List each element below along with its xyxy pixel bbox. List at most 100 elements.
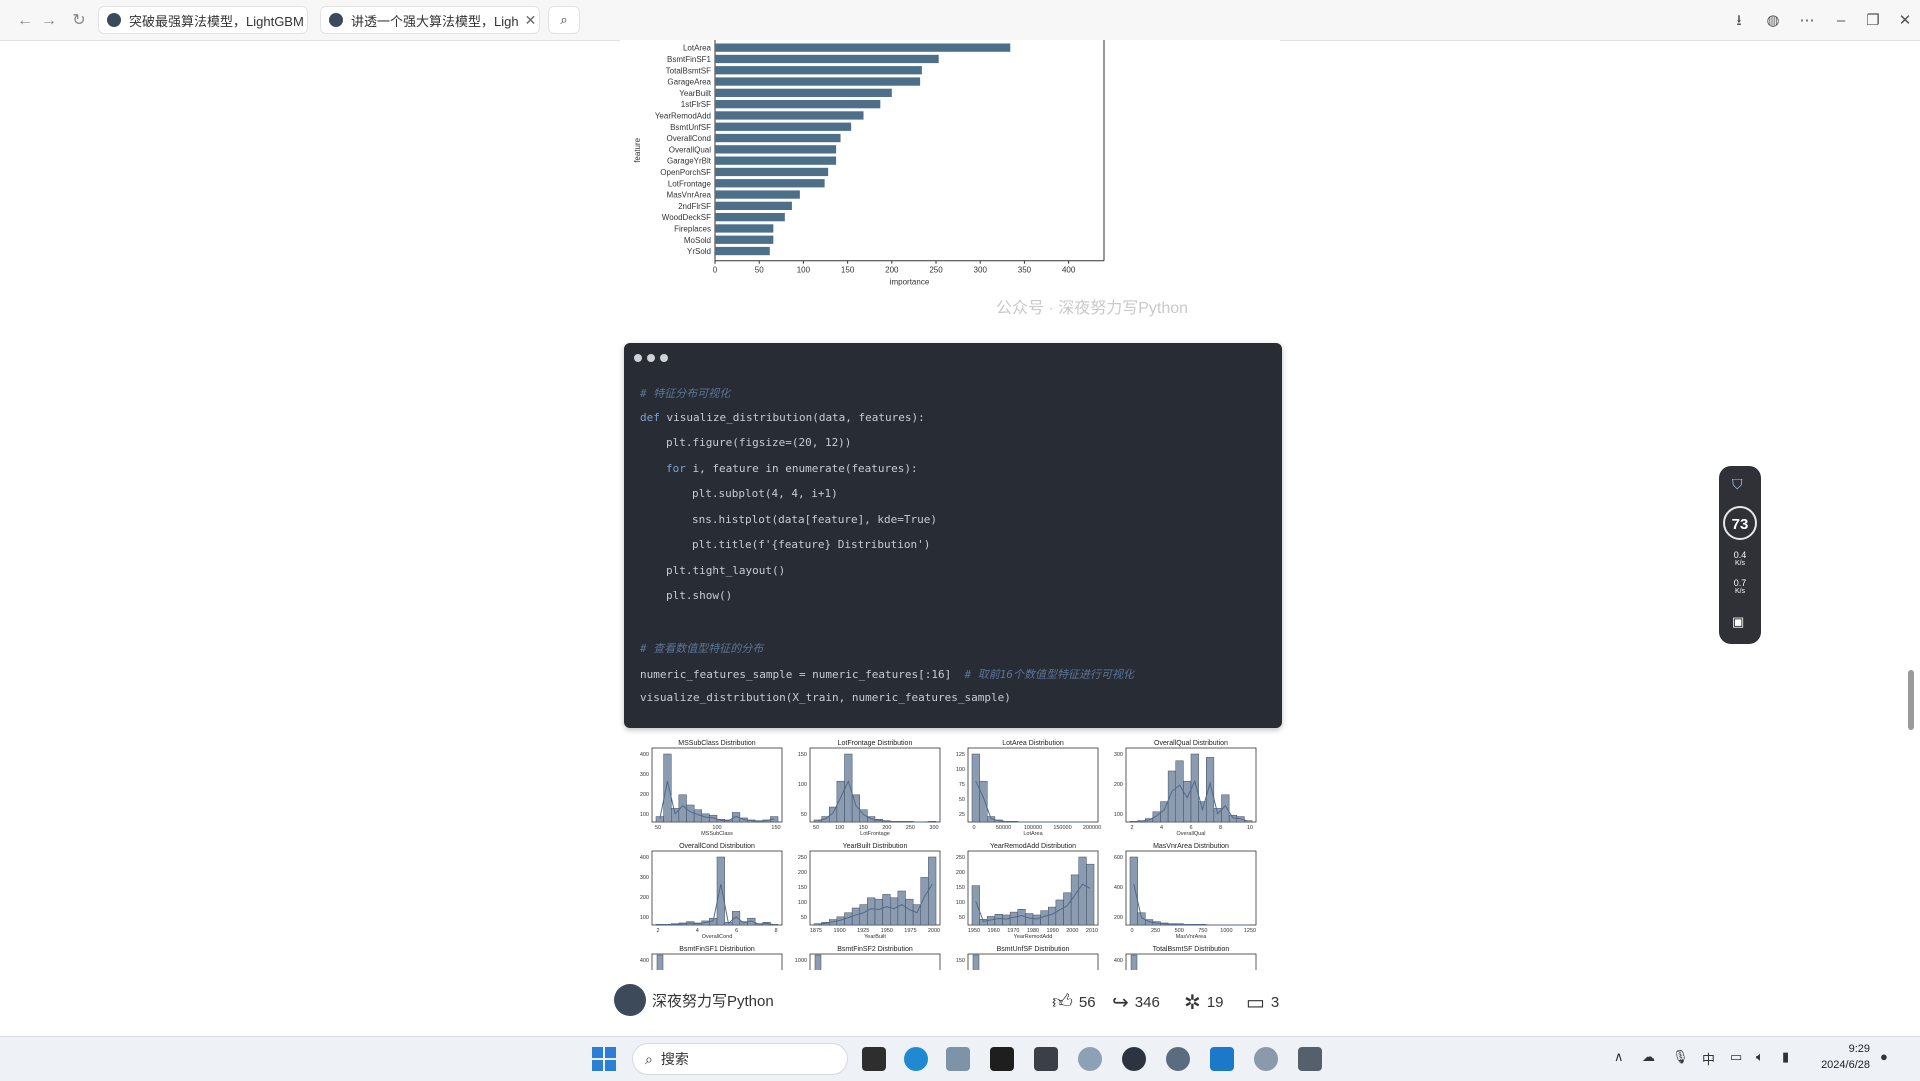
tab-favicon-icon — [329, 13, 343, 27]
y-tick-label: 100 — [1114, 812, 1123, 818]
search-placeholder: 搜索 — [660, 1051, 689, 1067]
panel-title: MSSubClass Distribution — [678, 740, 756, 747]
bar — [715, 111, 864, 120]
hist-bar — [1032, 914, 1041, 926]
remote-desktop-icon[interactable] — [1298, 1047, 1322, 1071]
panel-title: BsmtUnfSF Distribution — [997, 946, 1070, 953]
hist-bar — [1055, 899, 1064, 926]
taskbar-search[interactable]: ⌕ 搜索 — [632, 1043, 848, 1075]
y-tick-label: 300 — [640, 772, 649, 778]
x-tick-label: 50000 — [996, 825, 1011, 831]
favorite-button[interactable]: ✲ 19 — [1184, 990, 1223, 1015]
y-tick-label: LotArea — [683, 44, 712, 53]
start-icon[interactable] — [592, 1047, 616, 1071]
article-footer: 深夜努力写Python 👍︎ 56 ↪ 346 ✲ 19 ▭ 3 — [600, 980, 1300, 1024]
hist-bar — [701, 813, 710, 823]
y-tick-label: 400 — [1114, 958, 1123, 964]
y-tick-label: 300 — [640, 875, 649, 881]
x-tick-label: 350 — [1018, 266, 1032, 275]
forward-icon[interactable]: → — [38, 10, 60, 32]
download-icon[interactable]: ⭳ — [1728, 10, 1750, 32]
camera-icon[interactable]: ▣ — [1732, 614, 1744, 630]
hist-bar — [905, 898, 914, 926]
edge-icon[interactable] — [904, 1047, 928, 1071]
globe-icon[interactable]: ◍ — [1762, 10, 1784, 32]
x-tick-label: 1900 — [833, 928, 845, 934]
comment-button[interactable]: ▭ 3 — [1246, 990, 1279, 1015]
x-tick-label: 6 — [735, 928, 738, 934]
minimize-icon[interactable]: – — [1830, 10, 1852, 32]
search-icon: ⌕ — [560, 12, 568, 27]
file-explorer-icon[interactable] — [946, 1047, 970, 1071]
hist-bar — [1086, 863, 1095, 926]
y-tick-label: 200 — [640, 895, 649, 901]
x-tick-label: 50 — [755, 266, 764, 275]
code-block: # 特征分布可视化 def visualize_distribution(data… — [624, 343, 1282, 728]
y-tick-label: 50 — [801, 812, 807, 818]
app-icon[interactable] — [1078, 1047, 1102, 1071]
tab-search-button[interactable]: ⌕ — [548, 6, 580, 34]
tab-active[interactable]: 突破最强算法模型，LightGBM ! — [98, 6, 308, 34]
hist-bar — [1048, 906, 1057, 926]
notification-icon[interactable]: ● — [1880, 1049, 1888, 1064]
x-tick-label: 0 — [1130, 928, 1133, 934]
panel-title: LotArea Distribution — [1002, 740, 1064, 747]
upload-speed: 0.4 — [1733, 550, 1747, 560]
like-count: 56 — [1078, 993, 1096, 1011]
y-tick-label: 2ndFlrSF — [678, 202, 711, 211]
y-tick-label: 400 — [640, 752, 649, 758]
hist-bar — [1183, 780, 1192, 823]
bar — [715, 54, 939, 64]
browser-icon[interactable] — [1122, 1047, 1146, 1071]
speed-unit: K/s — [1734, 588, 1746, 595]
terminal-icon[interactable] — [990, 1047, 1014, 1071]
bar — [715, 167, 829, 177]
hist-bar — [732, 911, 741, 926]
restore-icon[interactable]: ❐ — [1862, 10, 1884, 32]
hist-bar — [972, 954, 980, 970]
tab-title: 突破最强算法模型，LightGBM ! — [129, 13, 308, 29]
y-tick-label: 200 — [1114, 915, 1123, 921]
avatar[interactable] — [614, 984, 646, 1016]
chrome-icon[interactable] — [1166, 1047, 1190, 1071]
tab-inactive[interactable]: 讲透一个强大算法模型，Ligh ✕ — [320, 6, 540, 34]
vscode-icon[interactable] — [1210, 1047, 1234, 1071]
page-scrollbar[interactable] — [1908, 670, 1914, 730]
back-icon[interactable]: ← — [14, 10, 36, 32]
network-monitor-widget[interactable]: ⛉ 73 0.4 K/s 0.7 K/s ▣ — [1719, 466, 1761, 644]
bar — [715, 235, 774, 244]
y-tick-label: 150 — [956, 885, 965, 891]
hist-bar — [1025, 913, 1034, 926]
mic-icon[interactable]: 🎙︎ — [1672, 1049, 1689, 1065]
chevron-up-icon[interactable]: ∧ — [1614, 1049, 1624, 1065]
battery-icon[interactable]: ▮ — [1782, 1049, 1789, 1065]
x-tick-label: 150 — [771, 825, 780, 831]
y-tick-label: GarageArea — [667, 78, 711, 87]
like-button[interactable]: 👍︎ 56 — [1052, 990, 1096, 1014]
share-button[interactable]: ↪ 346 — [1112, 990, 1160, 1015]
reload-icon[interactable]: ↻ — [68, 10, 90, 32]
code-line: visualize_distribution(X_train, numeric_… — [640, 691, 1011, 704]
clock[interactable]: 9:29 2024/6/28 — [1810, 1041, 1870, 1073]
panel-title: OverallCond Distribution — [679, 843, 755, 850]
volume-icon[interactable]: 🔈︎ — [1756, 1049, 1764, 1065]
tab-close-icon[interactable]: ✕ — [519, 12, 537, 29]
close-window-icon[interactable]: ✕ — [1894, 10, 1916, 32]
bar — [715, 201, 792, 210]
y-tick-label: 50 — [959, 797, 965, 803]
x-tick-label: 150 — [841, 266, 855, 275]
author-name[interactable]: 深夜努力写Python — [652, 990, 774, 1011]
cloud-icon[interactable]: ☁ — [1642, 1049, 1655, 1065]
more-icon[interactable]: ⋯ — [1796, 10, 1818, 32]
x-tick-label: 1000 — [1220, 928, 1232, 934]
hist-bar — [1078, 856, 1087, 926]
panel-title: OverallQual Distribution — [1154, 740, 1228, 747]
network-icon[interactable]: ▭ — [1730, 1049, 1742, 1065]
folder-icon[interactable] — [1034, 1047, 1058, 1071]
x-tick-label: 300 — [974, 266, 988, 275]
task-view-icon[interactable] — [862, 1047, 886, 1071]
clock-time: 9:29 — [1848, 1043, 1870, 1055]
ime-indicator[interactable]: 中 — [1702, 1049, 1715, 1068]
clock-date: 2024/6/28 — [1821, 1059, 1870, 1071]
wechat-icon[interactable] — [1254, 1047, 1278, 1071]
